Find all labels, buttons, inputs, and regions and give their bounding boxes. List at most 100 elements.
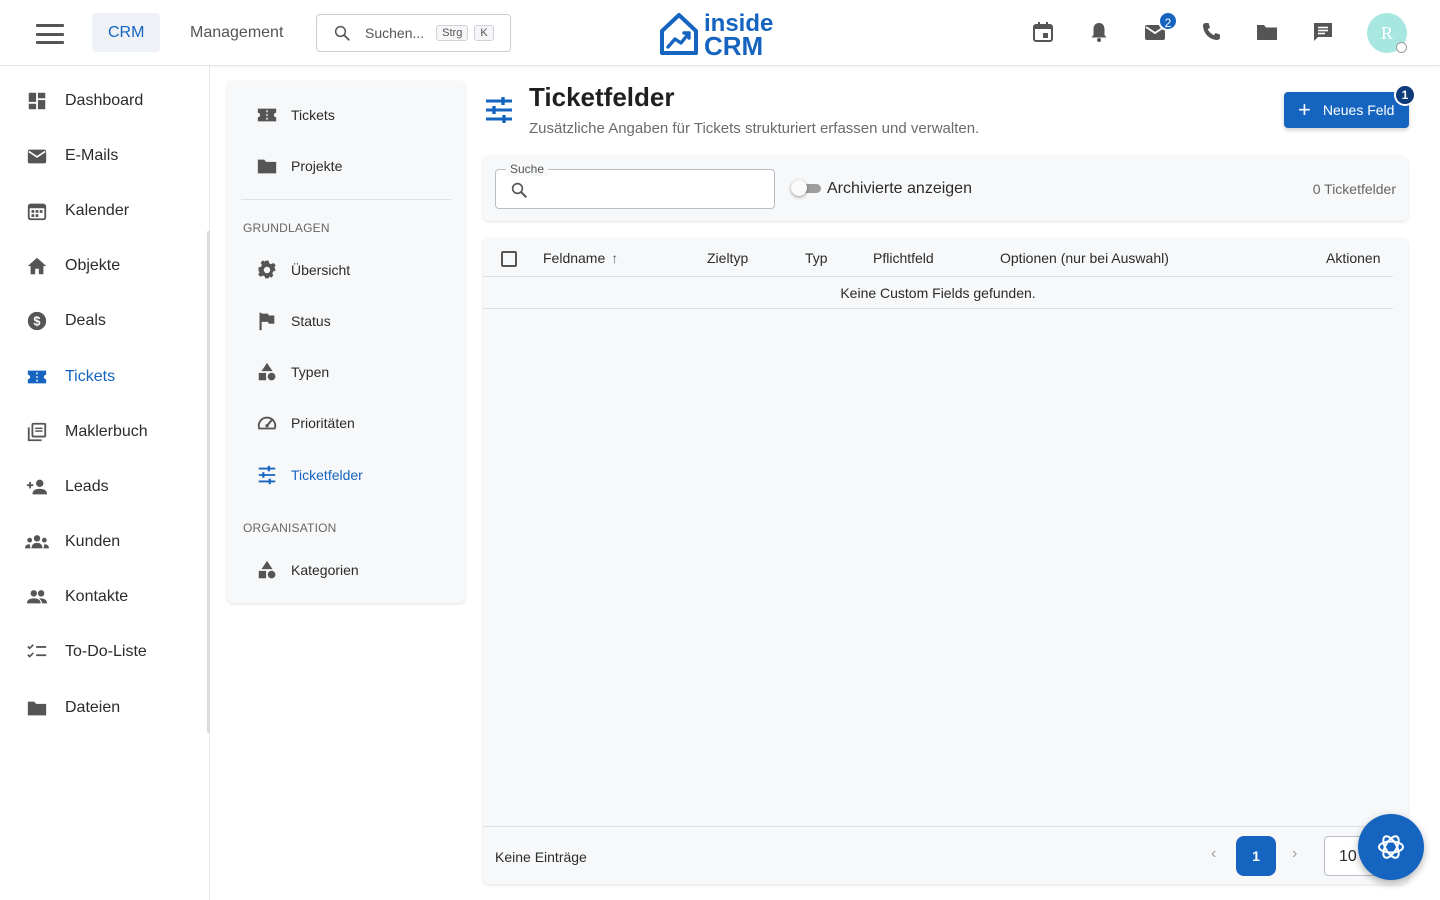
sidebar-item-label: Deals bbox=[65, 312, 106, 329]
new-field-label: Neues Feld bbox=[1322, 102, 1395, 118]
menu-icon[interactable] bbox=[36, 24, 64, 44]
subnav-item-projekte[interactable]: Projekte bbox=[241, 146, 451, 186]
empty-state-message: Keine Custom Fields gefunden. bbox=[483, 277, 1393, 309]
gear-icon bbox=[255, 258, 279, 282]
flag-icon bbox=[255, 309, 279, 333]
subnav-heading-grundlagen: GRUNDLAGEN bbox=[243, 221, 330, 235]
sidebar-item-label: Dashboard bbox=[65, 92, 144, 109]
mail-icon[interactable]: 2 bbox=[1143, 11, 1178, 44]
shapes-icon bbox=[255, 360, 279, 384]
search-field-label: Suche bbox=[506, 162, 549, 176]
subnav-item-status[interactable]: Status bbox=[241, 301, 451, 341]
settings-subnav: Tickets Projekte GRUNDLAGEN Übersicht St… bbox=[227, 81, 465, 603]
inside-crm-logo[interactable]: inside CRM bbox=[658, 9, 782, 57]
column-header-optionen[interactable]: Optionen (nur bei Auswahl) bbox=[1000, 250, 1169, 266]
subnav-item-prioritaeten[interactable]: Prioritäten bbox=[241, 403, 451, 443]
sidebar-item-label: Maklerbuch bbox=[65, 423, 148, 440]
subnav-item-uebersicht[interactable]: Übersicht bbox=[241, 250, 451, 290]
subnav-item-label: Typen bbox=[291, 364, 330, 380]
sidebar-item-maklerbuch[interactable]: Maklerbuch bbox=[0, 409, 206, 455]
search-icon bbox=[334, 25, 350, 41]
calendar-icon[interactable] bbox=[1031, 20, 1055, 44]
dashboard-icon bbox=[25, 89, 49, 113]
table-header: Feldname ↑ Zieltyp Typ Pflichtfeld Option… bbox=[483, 238, 1393, 277]
ai-assistant-button[interactable] bbox=[1358, 814, 1424, 880]
shortcut-key-k: K bbox=[474, 25, 494, 41]
people-icon bbox=[25, 585, 49, 609]
calendar-icon bbox=[25, 199, 49, 223]
home-icon bbox=[25, 254, 49, 278]
subnav-item-label: Projekte bbox=[291, 158, 343, 174]
subnav-item-typen[interactable]: Typen bbox=[241, 352, 451, 392]
subnav-item-label: Tickets bbox=[291, 107, 335, 123]
sidebar-item-dashboard[interactable]: Dashboard bbox=[0, 78, 206, 124]
logo-text-crm: CRM bbox=[704, 31, 763, 57]
new-field-badge: 1 bbox=[1394, 84, 1416, 106]
sidebar-item-emails[interactable]: E-Mails bbox=[0, 133, 206, 179]
tab-crm[interactable]: CRM bbox=[92, 13, 161, 52]
subnav-item-label: Kategorien bbox=[291, 562, 359, 578]
plus-icon: + bbox=[1298, 97, 1311, 122]
subnav-item-label: Prioritäten bbox=[291, 415, 355, 431]
bell-icon[interactable] bbox=[1087, 20, 1111, 44]
ticket-icon bbox=[25, 365, 49, 389]
sidebar-item-tickets[interactable]: Tickets bbox=[0, 354, 206, 400]
folder-icon bbox=[25, 696, 49, 720]
search-placeholder: Suchen... bbox=[365, 25, 425, 41]
shapes-icon bbox=[255, 558, 279, 582]
subnav-item-ticketfelder[interactable]: Ticketfelder bbox=[241, 455, 451, 495]
subnav-item-kategorien[interactable]: Kategorien bbox=[241, 550, 451, 590]
sidebar-item-kunden[interactable]: Kunden bbox=[0, 519, 206, 565]
svg-text:$: $ bbox=[33, 314, 40, 329]
search-input[interactable] bbox=[536, 178, 766, 200]
mail-icon bbox=[25, 144, 49, 168]
page-subtitle: Zusätzliche Angaben für Tickets struktur… bbox=[529, 120, 980, 137]
column-header-zieltyp[interactable]: Zieltyp bbox=[707, 250, 748, 266]
sidebar-item-kalender[interactable]: Kalender bbox=[0, 188, 206, 234]
top-bar: CRM Management Suchen... Strg K inside C… bbox=[0, 0, 1440, 66]
tab-management[interactable]: Management bbox=[174, 13, 299, 52]
dollar-icon: $ bbox=[25, 309, 49, 333]
chat-icon[interactable] bbox=[1311, 20, 1335, 44]
sidebar-item-label: Leads bbox=[65, 478, 109, 495]
sidebar-item-label: Objekte bbox=[65, 257, 121, 274]
sidebar-item-objekte[interactable]: Objekte bbox=[0, 243, 206, 289]
next-page-button[interactable]: › bbox=[1292, 845, 1297, 863]
column-header-pflichtfeld[interactable]: Pflichtfeld bbox=[873, 250, 934, 266]
subnav-heading-organisation: ORGANISATION bbox=[243, 521, 337, 535]
sidebar-item-leads[interactable]: Leads bbox=[0, 464, 206, 510]
shortcut-key-ctrl: Strg bbox=[436, 25, 469, 41]
previous-page-button[interactable]: ‹ bbox=[1211, 845, 1216, 863]
page-1-button[interactable]: 1 bbox=[1236, 836, 1276, 876]
sidebar-item-label: To-Do-Liste bbox=[65, 643, 147, 660]
ai-assistant-icon bbox=[1378, 835, 1404, 859]
folder-icon[interactable] bbox=[1255, 20, 1279, 44]
page-title: Ticketfelder bbox=[529, 82, 675, 112]
archived-toggle[interactable] bbox=[791, 180, 821, 196]
sidebar-item-dateien[interactable]: Dateien bbox=[0, 685, 206, 731]
groups-icon bbox=[25, 530, 49, 554]
select-all-checkbox[interactable] bbox=[501, 251, 517, 267]
tune-icon bbox=[255, 463, 279, 487]
sidebar-item-label: Tickets bbox=[65, 368, 116, 385]
new-field-button[interactable]: + Neues Feld bbox=[1284, 92, 1409, 128]
phone-icon[interactable] bbox=[1199, 20, 1223, 44]
global-search[interactable]: Suchen... Strg K bbox=[316, 14, 511, 52]
sidebar-item-kontakte[interactable]: Kontakte bbox=[0, 574, 206, 620]
column-header-feldname[interactable]: Feldname ↑ bbox=[543, 250, 618, 266]
subnav-item-label: Übersicht bbox=[291, 262, 351, 278]
sidebar-item-label: Kalender bbox=[65, 202, 130, 219]
subnav-divider bbox=[241, 199, 451, 200]
sidebar-item-to-do-liste[interactable]: To-Do-Liste bbox=[0, 629, 206, 675]
sidebar-scrollbar[interactable] bbox=[207, 231, 210, 733]
checklist-icon bbox=[25, 640, 49, 664]
mail-badge: 2 bbox=[1158, 11, 1178, 31]
book-icon bbox=[25, 420, 49, 444]
column-header-aktionen: Aktionen bbox=[1326, 250, 1381, 266]
field-count: 0 Ticketfelder bbox=[1312, 181, 1396, 197]
search-field[interactable]: Suche bbox=[495, 162, 775, 209]
subnav-item-label: Ticketfelder bbox=[291, 467, 363, 483]
column-header-typ[interactable]: Typ bbox=[805, 250, 828, 266]
subnav-item-tickets[interactable]: Tickets bbox=[241, 95, 451, 135]
sidebar-item-deals[interactable]: $ Deals bbox=[0, 298, 206, 344]
